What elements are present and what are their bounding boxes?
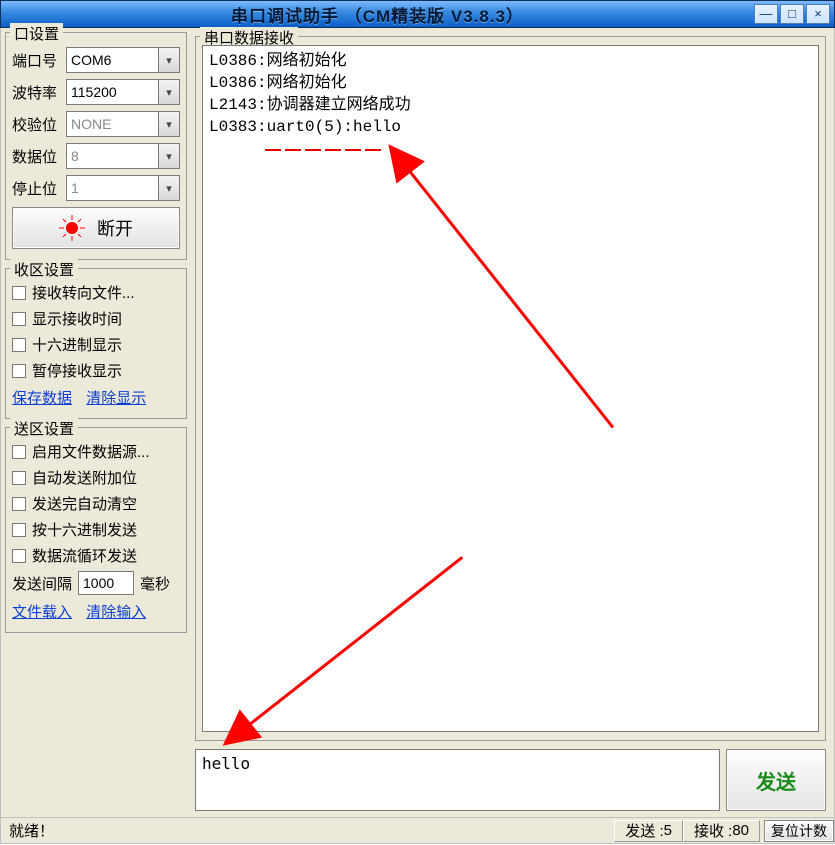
- checkbox-icon[interactable]: [12, 338, 26, 352]
- parity-combo[interactable]: ▾: [66, 111, 180, 137]
- chk-rx-hex[interactable]: 十六进制显示: [12, 334, 180, 355]
- rx-data-group: 串口数据接收 L0386:网络初始化L0386:网络初始化L2143:协调器建立…: [195, 36, 826, 741]
- stopbits-value[interactable]: [66, 175, 158, 201]
- chk-tx-file[interactable]: 启用文件数据源...: [12, 441, 180, 462]
- chk-tx-loop[interactable]: 数据流循环发送: [12, 545, 180, 566]
- tx-settings-group: 送区设置 启用文件数据源... 自动发送附加位 发送完自动清空 按十六进制发送 …: [5, 427, 187, 633]
- rx-settings-title: 收区设置: [10, 259, 78, 280]
- interval-unit: 毫秒: [140, 573, 170, 594]
- checkbox-icon[interactable]: [12, 364, 26, 378]
- sidebar: 口设置 端口号 ▾ 波特率 ▾ 校验位 ▾: [1, 28, 191, 817]
- minimize-button[interactable]: —: [754, 4, 778, 24]
- status-message: 就绪！: [1, 820, 614, 841]
- chk-label: 接收转向文件...: [32, 282, 135, 303]
- interval-input[interactable]: [78, 571, 134, 595]
- baud-value[interactable]: [66, 79, 158, 105]
- checkbox-icon[interactable]: [12, 286, 26, 300]
- chevron-down-icon[interactable]: ▾: [158, 111, 180, 137]
- databits-label: 数据位: [12, 146, 60, 167]
- checkbox-icon[interactable]: [12, 497, 26, 511]
- stopbits-label: 停止位: [12, 178, 60, 199]
- checkbox-icon[interactable]: [12, 312, 26, 326]
- checkbox-icon[interactable]: [12, 523, 26, 537]
- link-save-data[interactable]: 保存数据: [12, 390, 72, 407]
- status-sent: 发送 : 5: [614, 820, 683, 842]
- chk-label: 启用文件数据源...: [32, 441, 150, 462]
- maximize-button[interactable]: □: [780, 4, 804, 24]
- window-title: 串口调试助手 （CM精装版 V3.8.3）: [1, 2, 754, 27]
- chk-label: 暂停接收显示: [32, 360, 122, 381]
- tx-settings-title: 送区设置: [10, 418, 78, 439]
- chk-tx-auto-extra[interactable]: 自动发送附加位: [12, 467, 180, 488]
- rx-textarea[interactable]: L0386:网络初始化L0386:网络初始化L2143:协调器建立网络成功L03…: [202, 45, 819, 732]
- chevron-down-icon[interactable]: ▾: [158, 143, 180, 169]
- disconnect-button[interactable]: 断开: [12, 207, 180, 249]
- chk-label: 十六进制显示: [32, 334, 122, 355]
- baud-combo[interactable]: ▾: [66, 79, 180, 105]
- interval-label: 发送间隔: [12, 573, 72, 594]
- send-button[interactable]: 发送: [726, 749, 826, 811]
- status-recv: 接收 : 80: [683, 820, 760, 842]
- port-settings-group: 口设置 端口号 ▾ 波特率 ▾ 校验位 ▾: [5, 32, 187, 260]
- chk-label: 显示接收时间: [32, 308, 122, 329]
- port-settings-title: 口设置: [10, 23, 63, 44]
- chk-label: 发送完自动清空: [32, 493, 137, 514]
- link-clear-display[interactable]: 清除显示: [86, 390, 146, 407]
- databits-combo[interactable]: ▾: [66, 143, 180, 169]
- link-clear-input[interactable]: 清除输入: [86, 604, 146, 621]
- parity-label: 校验位: [12, 114, 60, 135]
- port-label: 端口号: [12, 50, 60, 71]
- reset-counter-button[interactable]: 复位计数: [764, 820, 834, 842]
- close-button[interactable]: ×: [806, 4, 830, 24]
- chk-tx-hex[interactable]: 按十六进制发送: [12, 519, 180, 540]
- port-value[interactable]: [66, 47, 158, 73]
- checkbox-icon[interactable]: [12, 549, 26, 563]
- workspace: 口设置 端口号 ▾ 波特率 ▾ 校验位 ▾: [0, 28, 835, 818]
- send-input[interactable]: [195, 749, 720, 811]
- chevron-down-icon[interactable]: ▾: [158, 47, 180, 73]
- baud-label: 波特率: [12, 82, 60, 103]
- chk-label: 按十六进制发送: [32, 519, 137, 540]
- main-area: 串口数据接收 L0386:网络初始化L0386:网络初始化L2143:协调器建立…: [191, 28, 834, 817]
- chk-label: 自动发送附加位: [32, 467, 137, 488]
- stopbits-combo[interactable]: ▾: [66, 175, 180, 201]
- connected-indicator-icon: [59, 215, 85, 241]
- chevron-down-icon[interactable]: ▾: [158, 175, 180, 201]
- rx-settings-group: 收区设置 接收转向文件... 显示接收时间 十六进制显示 暂停接收显示 保存数据…: [5, 268, 187, 419]
- status-bar: 就绪！ 发送 : 5 接收 : 80 复位计数: [0, 818, 835, 844]
- checkbox-icon[interactable]: [12, 445, 26, 459]
- chk-rx-pause[interactable]: 暂停接收显示: [12, 360, 180, 381]
- chk-label: 数据流循环发送: [32, 545, 137, 566]
- link-file-load[interactable]: 文件载入: [12, 604, 72, 621]
- databits-value[interactable]: [66, 143, 158, 169]
- chevron-down-icon[interactable]: ▾: [158, 79, 180, 105]
- chk-rx-show-time[interactable]: 显示接收时间: [12, 308, 180, 329]
- chk-rx-to-file[interactable]: 接收转向文件...: [12, 282, 180, 303]
- port-combo[interactable]: ▾: [66, 47, 180, 73]
- disconnect-label: 断开: [97, 215, 133, 241]
- checkbox-icon[interactable]: [12, 471, 26, 485]
- title-bar: 串口调试助手 （CM精装版 V3.8.3） — □ ×: [0, 0, 835, 28]
- chk-tx-clear-after[interactable]: 发送完自动清空: [12, 493, 180, 514]
- parity-value[interactable]: [66, 111, 158, 137]
